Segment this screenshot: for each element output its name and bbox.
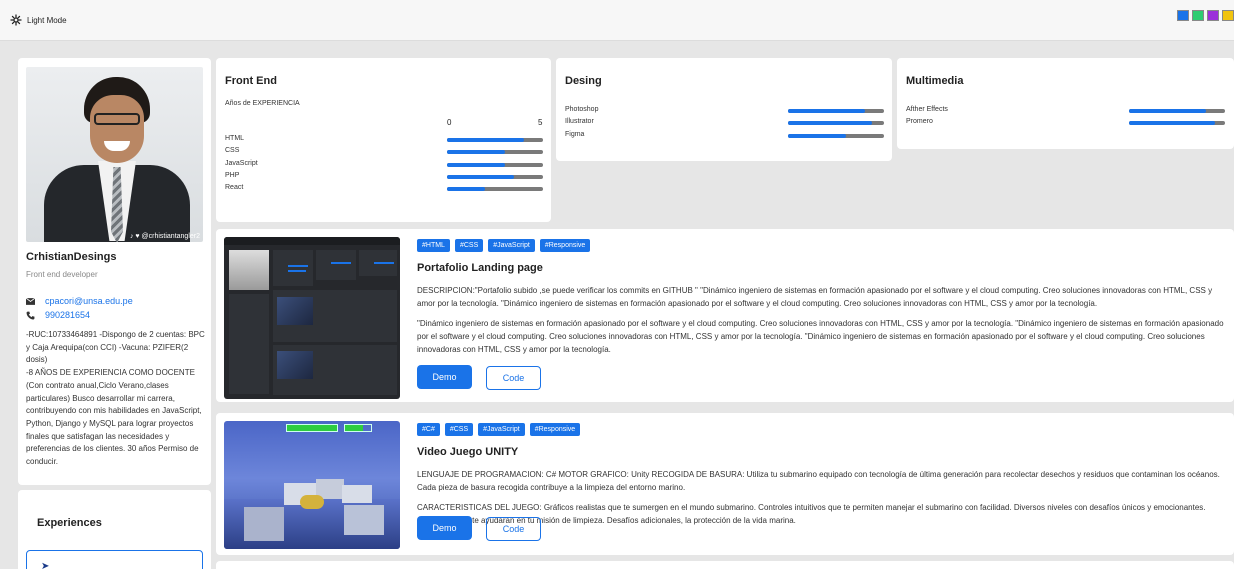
project-card-next (216, 561, 1234, 569)
skill-row: Afther Effects (906, 106, 1226, 118)
phone-link[interactable]: 990281654 (45, 310, 90, 320)
skill-progress-fill (1129, 109, 1206, 113)
theme-swatch-blue[interactable] (1177, 10, 1189, 21)
profile-bio: -RUC:10733464891 -Dispongo de 2 cuentas:… (26, 330, 205, 467)
project-description: DESCRIPCION:"Portafolio subido ,se puede… (417, 286, 1213, 308)
code-button[interactable]: Code (486, 366, 541, 390)
project-card-portfolio: #HTML #CSS #JavaScript #Responsive Porta… (216, 229, 1234, 402)
profile-photo: ♪ ♥ @crhistiantangler2 (26, 67, 203, 242)
skill-progress-fill (788, 109, 865, 113)
skill-progress-fill (788, 121, 873, 126)
skill-label: Illustrator (565, 118, 594, 126)
skill-progress-bar (447, 187, 543, 192)
theme-swatch-purple[interactable] (1207, 10, 1219, 21)
frontend-skills-card: Front End Años de EXPERIENCIA 0 5 HTML CS… (216, 58, 551, 222)
tag-html[interactable]: #HTML (417, 239, 450, 252)
skill-label: Promero (906, 118, 933, 126)
skill-label: Afther Effects (906, 106, 948, 113)
skill-progress-bar (447, 174, 543, 179)
multimedia-title: Multimedia (906, 75, 964, 87)
skill-label: PHP (225, 171, 240, 179)
tag-css[interactable]: #CSS (454, 239, 484, 252)
project-title: Portafolio Landing page (417, 262, 543, 274)
gear-icon (10, 14, 22, 26)
skill-row: React (225, 184, 545, 196)
skill-row: HTML (225, 135, 545, 147)
tag-javascript[interactable]: #JavaScript (488, 239, 535, 252)
phone-icon (26, 311, 35, 319)
skill-progress-bar (788, 109, 884, 113)
skill-label: Figma (565, 130, 585, 138)
design-skills-card: Desing Photoshop Illustrator Figma (556, 58, 892, 161)
scale-max-label: 5 (538, 118, 543, 127)
theme-color-swatches (1177, 10, 1234, 21)
project-card-unity: #C# #CSS #JavaScript #Responsive Video J… (216, 413, 1234, 555)
project-tags: #C# #CSS #JavaScript #Responsive (417, 423, 581, 436)
project-description-extra: "Dinámico ingeniero de sistemas en forma… (417, 319, 1224, 354)
top-bar: Light Mode (0, 0, 1234, 41)
tag-css[interactable]: #CSS (444, 423, 474, 436)
skill-progress-bar (447, 138, 543, 142)
email-contact[interactable]: cpacori@unsa.edu.pe (26, 296, 133, 306)
light-mode-label: Light Mode (27, 15, 67, 25)
skill-progress-bar (1129, 109, 1225, 113)
project-thumbnail (224, 237, 400, 399)
profile-card: ♪ ♥ @crhistiantangler2 CrhistianDesings … (18, 58, 211, 485)
skill-progress-bar (447, 162, 543, 167)
tag-responsive[interactable]: #Responsive (529, 423, 581, 436)
skill-progress-bar (788, 133, 884, 138)
multimedia-skills-card: Multimedia Afther Effects Promero (897, 58, 1234, 149)
scale-min-label: 0 (447, 118, 452, 127)
skill-progress-fill (447, 138, 524, 142)
photo-handle: ♪ ♥ @crhistiantangler2 (129, 233, 200, 240)
project-title: Video Juego UNITY (417, 446, 519, 458)
experiences-title: Experiences (37, 517, 102, 529)
envelope-icon (26, 297, 35, 305)
skill-progress-bar (1129, 121, 1225, 126)
email-link[interactable]: cpacori@unsa.edu.pe (45, 296, 133, 306)
project-description: LENGUAJE DE PROGRAMACION: C# MOTOR GRAFI… (417, 470, 1220, 492)
theme-swatch-yellow[interactable] (1222, 10, 1234, 21)
demo-button[interactable]: Demo (417, 516, 472, 540)
experiences-card: Experiences ➤ (18, 490, 211, 569)
code-button[interactable]: Code (486, 517, 541, 541)
profile-name: CrhistianDesings (26, 251, 117, 263)
project-thumbnail (224, 421, 400, 549)
skill-progress-fill (447, 162, 505, 167)
skill-progress-fill (447, 174, 515, 179)
skill-label: Photoshop (565, 106, 599, 113)
skill-progress-bar (447, 150, 543, 155)
skill-progress-fill (447, 150, 505, 155)
skill-progress-fill (1129, 121, 1216, 126)
skill-row: CSS (225, 147, 545, 159)
tag-responsive[interactable]: #Responsive (539, 239, 591, 252)
demo-button[interactable]: Demo (417, 365, 472, 389)
skill-row: Promero (906, 118, 1226, 130)
skill-label: JavaScript (225, 159, 258, 167)
project-tags: #HTML #CSS #JavaScript #Responsive (417, 239, 591, 252)
experience-item[interactable]: ➤ (26, 550, 203, 569)
skill-label: HTML (225, 135, 245, 142)
light-mode-toggle[interactable]: Light Mode (10, 14, 67, 26)
skill-label: React (225, 184, 244, 192)
skill-label: CSS (225, 147, 240, 155)
skill-progress-fill (788, 133, 846, 138)
tag-javascript[interactable]: #JavaScript (478, 423, 525, 436)
skill-row: PHP (225, 172, 545, 184)
skill-progress-bar (788, 121, 884, 126)
years-experience-label: Años de EXPERIENCIA (225, 100, 300, 107)
tag-csharp[interactable]: #C# (417, 423, 440, 436)
skill-progress-fill (447, 187, 486, 192)
skill-row: JavaScript (225, 160, 545, 172)
skill-row: Photoshop (565, 106, 885, 118)
frontend-title: Front End (225, 75, 277, 87)
phone-contact[interactable]: 990281654 (26, 310, 90, 320)
skill-row: Illustrator (565, 118, 885, 130)
profile-role: Front end developer (26, 270, 98, 279)
design-title: Desing (565, 75, 602, 87)
skill-row: Figma (565, 131, 885, 143)
theme-swatch-green[interactable] (1192, 10, 1204, 21)
experience-logo-icon: ➤ (41, 561, 50, 569)
